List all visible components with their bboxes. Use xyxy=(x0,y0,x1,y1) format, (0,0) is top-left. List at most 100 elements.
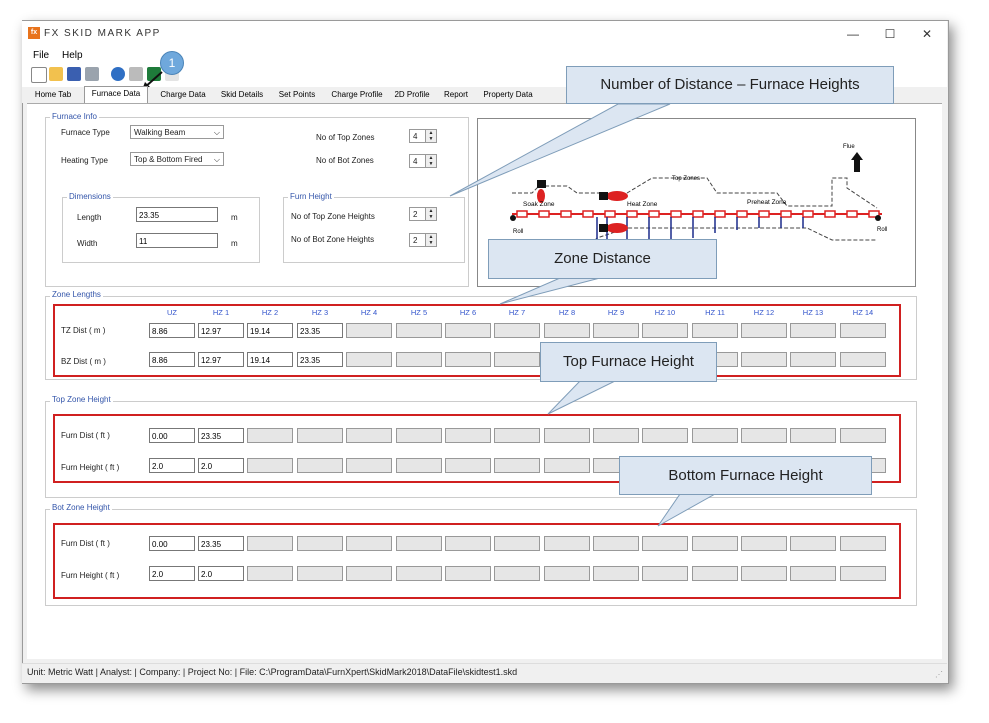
tz-dist-cell[interactable] xyxy=(840,323,886,338)
bot-furn-dist-cell[interactable]: 0.00 xyxy=(149,536,195,551)
bot-furn-height-cell[interactable] xyxy=(642,566,688,581)
bot-furn-height-cell[interactable] xyxy=(790,566,836,581)
bz-dist-cell[interactable] xyxy=(346,352,392,367)
top-furn-height-cell[interactable] xyxy=(494,458,540,473)
tz-dist-cell[interactable] xyxy=(741,323,787,338)
top-furn-dist-cell[interactable] xyxy=(692,428,738,443)
length-input[interactable]: 23.35 xyxy=(136,207,218,222)
print-icon[interactable] xyxy=(85,67,99,81)
bot-furn-dist-cell[interactable] xyxy=(840,536,886,551)
tz-dist-cell[interactable] xyxy=(544,323,590,338)
tz-dist-cell[interactable] xyxy=(593,323,639,338)
top-furn-height-cell[interactable] xyxy=(346,458,392,473)
top-furn-dist-cell[interactable] xyxy=(790,428,836,443)
bot-furn-height-cell[interactable] xyxy=(297,566,343,581)
tab-home[interactable]: Home Tab xyxy=(30,88,76,102)
top-furn-dist-cell[interactable] xyxy=(396,428,442,443)
bot-furn-dist-cell[interactable] xyxy=(346,536,392,551)
bot-furn-height-cell[interactable] xyxy=(247,566,293,581)
new-icon[interactable] xyxy=(31,67,47,83)
top-furn-dist-cell[interactable] xyxy=(593,428,639,443)
bot-furn-height-cell[interactable] xyxy=(445,566,491,581)
tz-dist-cell[interactable] xyxy=(494,323,540,338)
tz-dist-cell[interactable] xyxy=(692,323,738,338)
bz-dist-cell[interactable]: 12.97 xyxy=(198,352,244,367)
top-furn-dist-cell[interactable] xyxy=(247,428,293,443)
top-furn-height-cell[interactable] xyxy=(544,458,590,473)
top-zone-heights-stepper[interactable]: 2 ▲ ▼ xyxy=(409,207,437,221)
bot-furn-dist-cell[interactable] xyxy=(642,536,688,551)
bot-furn-dist-cell[interactable] xyxy=(692,536,738,551)
bot-zones-stepper[interactable]: 4 ▲ ▼ xyxy=(409,154,437,168)
top-furn-height-cell[interactable] xyxy=(247,458,293,473)
tab-2d-profile[interactable]: 2D Profile xyxy=(390,88,434,102)
tz-dist-cell[interactable] xyxy=(790,323,836,338)
width-input[interactable]: 11 xyxy=(136,233,218,248)
bz-dist-cell[interactable] xyxy=(396,352,442,367)
bot-furn-dist-cell[interactable] xyxy=(593,536,639,551)
top-furn-dist-cell[interactable] xyxy=(494,428,540,443)
heating-type-select[interactable]: Top & Bottom Fired ⌵ xyxy=(130,152,224,166)
bot-furn-height-cell[interactable] xyxy=(692,566,738,581)
bot-furn-height-cell[interactable] xyxy=(494,566,540,581)
tab-skid-details[interactable]: Skid Details xyxy=(216,88,268,102)
furnace-type-select[interactable]: Walking Beam ⌵ xyxy=(130,125,224,139)
tab-property-data[interactable]: Property Data xyxy=(477,88,539,102)
bz-dist-cell[interactable]: 8.86 xyxy=(149,352,195,367)
tz-dist-cell[interactable] xyxy=(445,323,491,338)
tab-charge-profile[interactable]: Charge Profile xyxy=(327,88,387,102)
tz-dist-cell[interactable]: 12.97 xyxy=(198,323,244,338)
close-button[interactable]: ✕ xyxy=(919,27,935,41)
bot-furn-dist-cell[interactable] xyxy=(396,536,442,551)
top-furn-dist-cell[interactable] xyxy=(544,428,590,443)
bz-dist-cell[interactable]: 23.35 xyxy=(297,352,343,367)
bot-furn-height-cell[interactable] xyxy=(346,566,392,581)
spin-arrows-icon[interactable]: ▲ ▼ xyxy=(425,208,436,220)
tab-report[interactable]: Report xyxy=(438,88,474,102)
save-icon[interactable] xyxy=(67,67,81,81)
bot-furn-height-cell[interactable]: 2.0 xyxy=(149,566,195,581)
tab-set-points[interactable]: Set Points xyxy=(273,88,321,102)
tab-charge-data[interactable]: Charge Data xyxy=(155,88,211,102)
top-furn-dist-cell[interactable] xyxy=(642,428,688,443)
bot-furn-height-cell[interactable]: 2.0 xyxy=(198,566,244,581)
top-furn-dist-cell[interactable]: 23.35 xyxy=(198,428,244,443)
open-icon[interactable] xyxy=(49,67,63,81)
bot-furn-dist-cell[interactable] xyxy=(445,536,491,551)
bot-furn-height-cell[interactable] xyxy=(741,566,787,581)
top-zones-stepper[interactable]: 4 ▲ ▼ xyxy=(409,129,437,143)
bot-furn-height-cell[interactable] xyxy=(840,566,886,581)
bot-furn-dist-cell[interactable] xyxy=(297,536,343,551)
bz-dist-cell[interactable]: 19.14 xyxy=(247,352,293,367)
top-furn-height-cell[interactable]: 2.0 xyxy=(149,458,195,473)
top-furn-height-cell[interactable]: 2.0 xyxy=(198,458,244,473)
bot-furn-dist-cell[interactable] xyxy=(741,536,787,551)
top-furn-dist-cell[interactable] xyxy=(741,428,787,443)
tab-furnace-data[interactable]: Furnace Data xyxy=(84,86,148,103)
bot-furn-dist-cell[interactable] xyxy=(544,536,590,551)
minimize-button[interactable]: — xyxy=(845,27,861,41)
spin-arrows-icon[interactable]: ▲ ▼ xyxy=(425,155,436,167)
menu-help[interactable]: Help xyxy=(62,50,83,61)
spin-arrows-icon[interactable]: ▲ ▼ xyxy=(425,234,436,246)
bot-furn-height-cell[interactable] xyxy=(396,566,442,581)
bot-furn-height-cell[interactable] xyxy=(544,566,590,581)
top-furn-dist-cell[interactable] xyxy=(840,428,886,443)
bot-furn-dist-cell[interactable] xyxy=(790,536,836,551)
bz-dist-cell[interactable] xyxy=(445,352,491,367)
top-furn-dist-cell[interactable]: 0.00 xyxy=(149,428,195,443)
bz-dist-cell[interactable] xyxy=(790,352,836,367)
tz-dist-cell[interactable]: 8.86 xyxy=(149,323,195,338)
tz-dist-cell[interactable]: 23.35 xyxy=(297,323,343,338)
top-furn-dist-cell[interactable] xyxy=(297,428,343,443)
bot-furn-height-cell[interactable] xyxy=(593,566,639,581)
spin-arrows-icon[interactable]: ▲ ▼ xyxy=(425,130,436,142)
bz-dist-cell[interactable] xyxy=(840,352,886,367)
top-furn-height-cell[interactable] xyxy=(396,458,442,473)
tz-dist-cell[interactable] xyxy=(396,323,442,338)
menu-file[interactable]: File xyxy=(33,50,49,61)
bot-zone-heights-stepper[interactable]: 2 ▲ ▼ xyxy=(409,233,437,247)
bot-furn-dist-cell[interactable] xyxy=(247,536,293,551)
help-icon[interactable] xyxy=(111,67,125,81)
tz-dist-cell[interactable] xyxy=(346,323,392,338)
